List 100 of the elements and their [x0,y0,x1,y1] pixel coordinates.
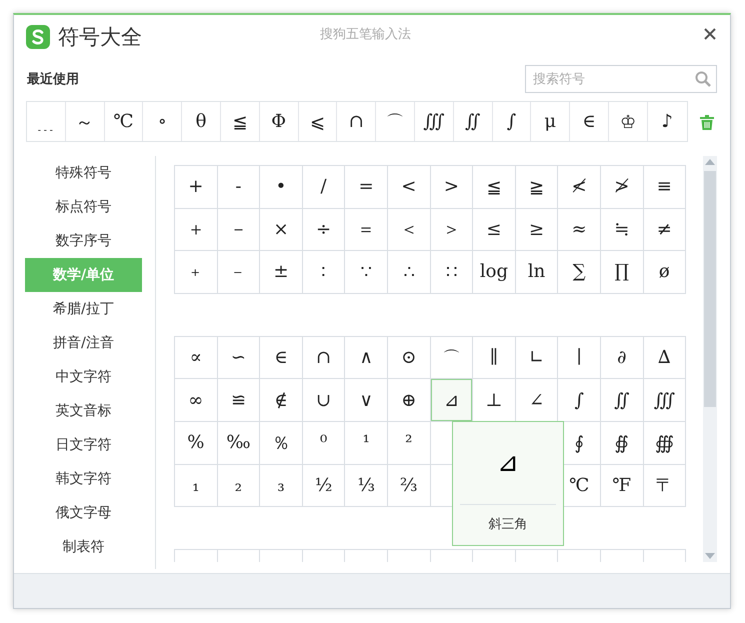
symbol-cell[interactable]: ℉ [600,464,643,506]
symbol-cell[interactable]: ∑ [558,251,600,293]
symbol-cell[interactable]: < [388,166,430,208]
scroll-down-icon[interactable] [705,553,715,559]
category-item[interactable]: 特殊符号 [25,156,142,190]
symbol-cell[interactable]: ∰ [644,422,686,464]
symbol-cell[interactable]: ⊕ [388,379,430,421]
symbol-cell[interactable]: % [175,422,217,464]
symbol-cell[interactable]: ⊙ [388,336,430,378]
scroll-thumb[interactable] [704,171,716,407]
symbol-cell[interactable]: ％ [260,422,302,464]
logo-icon [26,25,50,49]
category-item[interactable]: 韩文字符 [25,462,142,496]
symbol-cell[interactable]: ∩ [302,336,344,378]
scrollbar[interactable] [703,156,717,562]
symbol-cell[interactable]: ＝ [345,208,387,250]
symbol-cell[interactable]: ± [260,251,302,293]
trash-icon[interactable] [700,114,714,130]
category-item[interactable]: 英文音标 [25,394,142,428]
scroll-up-icon[interactable] [705,159,715,165]
symbol-cell[interactable]: ∶ [302,251,344,293]
symbol-cell[interactable]: × [260,208,302,250]
symbol-cell[interactable]: 〒 [644,464,686,506]
symbol-cell[interactable]: ∴ [388,251,430,293]
symbol-cell[interactable]: ø [644,251,686,293]
symbol-cell[interactable]: ∆ [644,336,686,378]
symbol-cell[interactable]: ∝ [175,336,217,378]
category-item[interactable]: 制表符 [25,530,142,564]
symbol-cell[interactable]: ≒ [600,208,643,250]
symbol-cell[interactable]: ⊿ [430,379,472,421]
symbol-cell[interactable]: ≡ [644,166,686,208]
symbol-cell[interactable]: ＞ [430,208,472,250]
category-item[interactable]: 希腊/拉丁 [25,292,142,326]
symbol-cell[interactable]: ⁰ [302,422,344,464]
symbol-cell[interactable]: ∫ [558,379,600,421]
symbol-cell[interactable]: ≤ [473,208,515,250]
symbol-cell[interactable]: ∵ [345,251,387,293]
window-title: 符号大全 [58,24,142,51]
symbol-cell[interactable]: ∪ [302,379,344,421]
symbol-cell[interactable]: ≥ [516,208,558,250]
symbol-cell[interactable]: ﹢ [175,251,217,293]
symbol-cell[interactable]: ≈ [558,208,600,250]
app-subtitle: 搜狗五笔输入法 [320,26,411,43]
symbol-cell[interactable]: ⊥ [473,379,515,421]
symbol-cell[interactable]: ÷ [302,208,344,250]
symbol-cell[interactable]: ∣ [558,336,600,378]
search-field[interactable]: 搜索符号 [525,65,717,93]
tooltip-label: 斜三角 [488,516,528,533]
symbol-cell[interactable]: log [473,251,515,293]
symbol-cell[interactable]: ∽ [218,336,260,378]
symbol-cell[interactable]: / [302,166,344,208]
close-icon[interactable] [704,28,716,40]
symbol-cell[interactable]: ﹣ [218,251,260,293]
symbol-cell[interactable]: ∭ [644,379,686,421]
symbol-cell[interactable]: ⅔ [388,464,430,506]
symbol-cell[interactable]: ＜ [388,208,430,250]
symbol-cell[interactable]: ≯ [600,166,643,208]
symbol-cell[interactable]: ∏ [600,251,643,293]
symbol-cell[interactable]: ∞ [175,379,217,421]
symbol-cell[interactable]: ≮ [558,166,600,208]
symbol-cell[interactable]: ∧ [345,336,387,378]
symbol-cell[interactable]: - [218,166,260,208]
symbol-cell[interactable]: ⅓ [345,464,387,506]
symbol-cell[interactable]: ⌒ [430,336,472,378]
symbol-cell[interactable]: ∂ [600,336,643,378]
symbol-cell[interactable]: ∈ [260,336,302,378]
symbol-cell[interactable]: ‰ [218,422,260,464]
category-item[interactable]: 数字序号 [25,224,142,258]
symbol-cell[interactable]: ∉ [260,379,302,421]
symbol-cell[interactable]: ∷ [430,251,472,293]
category-item[interactable]: 标点符号 [25,190,142,224]
category-item[interactable]: 俄文字母 [25,496,142,530]
search-icon [695,71,711,87]
symbol-cell[interactable]: ² [388,422,430,464]
category-item[interactable]: 中文字符 [25,360,142,394]
symbol-cell[interactable]: ½ [302,464,344,506]
symbol-cell[interactable]: ∨ [345,379,387,421]
symbol-cell[interactable]: ∯ [600,422,643,464]
symbol-cell[interactable]: ₁ [175,464,217,506]
symbol-cell[interactable]: • [260,166,302,208]
category-item[interactable]: 拼音/注音 [25,326,142,360]
symbol-cell[interactable]: ≧ [516,166,558,208]
symbol-cell[interactable]: ¹ [345,422,387,464]
symbol-cell[interactable]: ₂ [218,464,260,506]
symbol-cell[interactable]: ln [516,251,558,293]
symbol-cell[interactable]: ≦ [473,166,515,208]
symbol-cell[interactable]: ≠ [644,208,686,250]
category-item[interactable]: 日文字符 [25,428,142,462]
symbol-cell[interactable]: － [218,208,260,250]
symbol-cell[interactable]: ∬ [600,379,643,421]
symbol-cell[interactable]: ＋ [175,208,217,250]
symbol-cell[interactable]: ≌ [218,379,260,421]
section-label: 最近使用 [27,71,79,88]
symbol-cell[interactable]: = [345,166,387,208]
symbol-cell[interactable]: + [175,166,217,208]
symbol-cell[interactable]: ∠ [516,379,558,421]
symbol-cell[interactable]: > [430,166,472,208]
symbol-cell[interactable]: ∥ [473,336,515,378]
symbol-cell[interactable]: ₃ [260,464,302,506]
symbol-cell[interactable]: ∟ [516,336,558,378]
